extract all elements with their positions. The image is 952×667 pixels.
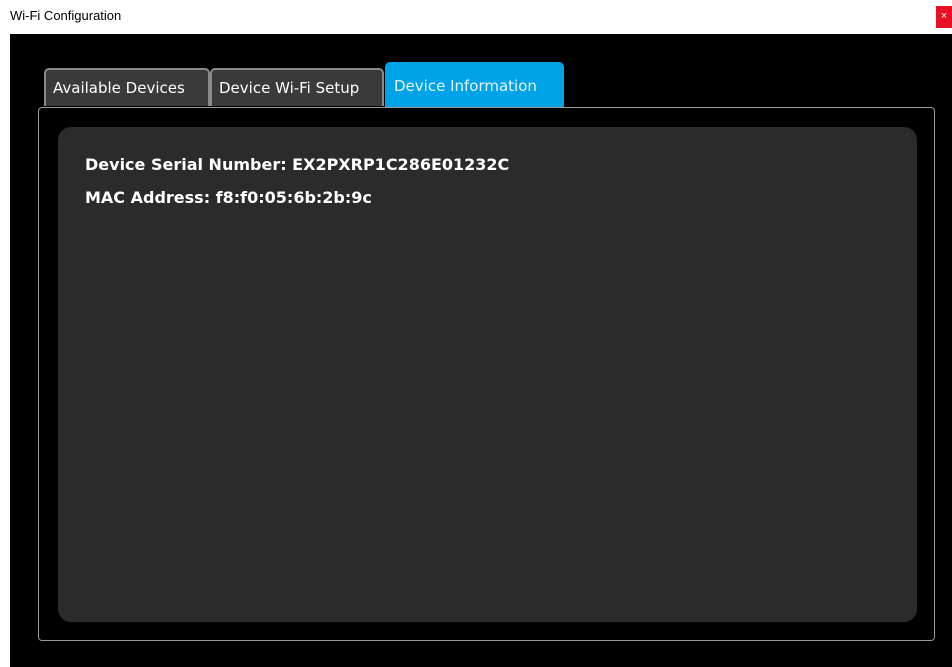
tab-panel: Device Serial Number: EX2PXRP1C286E01232…: [38, 107, 935, 641]
tab-device-wifi-setup[interactable]: Device Wi-Fi Setup: [210, 68, 384, 106]
window-content: Available Devices Device Wi-Fi Setup Dev…: [10, 34, 952, 667]
window-title: Wi-Fi Configuration: [10, 8, 122, 23]
close-button[interactable]: ×: [936, 6, 952, 28]
tab-available-devices[interactable]: Available Devices: [44, 68, 210, 106]
title-bar: Wi-Fi Configuration ×: [0, 0, 952, 34]
device-info-card: Device Serial Number: EX2PXRP1C286E01232…: [58, 127, 917, 622]
mac-address: MAC Address: f8:f0:05:6b:2b:9c: [85, 188, 372, 207]
tab-device-information[interactable]: Device Information: [385, 62, 564, 108]
device-serial-number: Device Serial Number: EX2PXRP1C286E01232…: [85, 155, 510, 174]
